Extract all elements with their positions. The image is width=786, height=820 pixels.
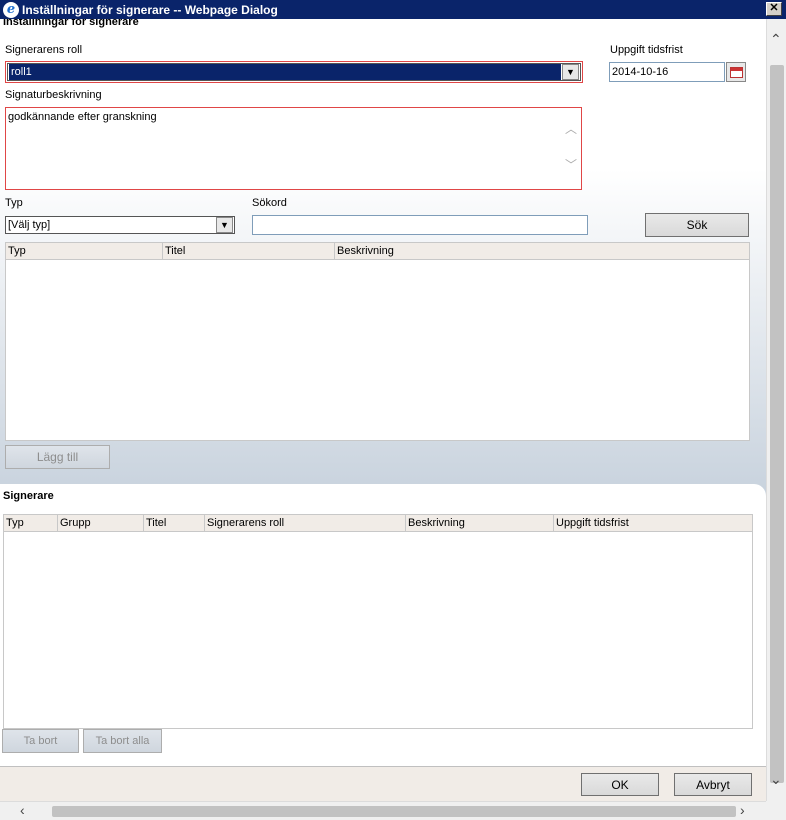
close-button[interactable]: ✕ — [766, 2, 782, 16]
signers-grid: Typ Grupp Titel Signerarens roll Beskriv… — [3, 514, 753, 729]
role-select-value: roll1 — [9, 64, 561, 80]
vertical-scrollbar[interactable]: ⌃ ⌄ — [766, 19, 786, 801]
horizontal-scroll-thumb[interactable] — [52, 806, 736, 817]
keyword-input[interactable] — [252, 215, 588, 235]
dialog-titlebar: e Inställningar för signerare -- Webpage… — [0, 0, 786, 19]
results-col-title[interactable]: Titel — [163, 243, 335, 259]
dialog-content: Inställningar för signerare Signerarens … — [0, 19, 766, 801]
chevron-down-icon[interactable]: ▼ — [216, 217, 233, 233]
search-button[interactable]: Sök — [645, 213, 749, 237]
role-label: Signerarens roll — [5, 44, 83, 56]
vertical-scroll-thumb[interactable] — [770, 65, 784, 783]
signers-panel: Signerare Typ Grupp Titel Signerarens ro… — [0, 484, 766, 766]
deadline-label: Uppgift tidsfrist — [610, 44, 683, 56]
signers-col-description[interactable]: Beskrivning — [406, 515, 554, 531]
role-select-frame: roll1 ▼ — [5, 61, 583, 83]
signers-col-type[interactable]: Typ — [4, 515, 58, 531]
signers-col-role[interactable]: Signerarens roll — [205, 515, 406, 531]
description-label: Signaturbeskrivning — [5, 89, 102, 101]
settings-section-title: Inställningar för signerare — [3, 19, 139, 28]
remove-all-button[interactable]: Ta bort alla — [83, 729, 162, 753]
dialog-title: Inställningar för signerare -- Webpage D… — [22, 2, 278, 17]
add-button[interactable]: Lägg till — [5, 445, 110, 469]
type-label: Typ — [5, 197, 23, 209]
ie-icon: e — [3, 1, 19, 18]
signers-col-deadline[interactable]: Uppgift tidsfrist — [554, 515, 752, 531]
scroll-down-arrow-icon[interactable]: ⌄ — [770, 771, 782, 788]
role-select[interactable]: roll1 ▼ — [7, 63, 581, 81]
signers-col-group[interactable]: Grupp — [58, 515, 144, 531]
deadline-input[interactable]: 2014-10-16 — [609, 62, 725, 82]
signers-grid-header: Typ Grupp Titel Signerarens roll Beskriv… — [4, 515, 752, 532]
remove-button[interactable]: Ta bort — [2, 729, 79, 753]
description-text: godkännande efter granskning — [8, 111, 157, 123]
results-col-description[interactable]: Beskrivning — [335, 243, 749, 259]
ok-button[interactable]: OK — [581, 773, 659, 796]
scroll-left-arrow-icon[interactable]: ‹ — [20, 802, 25, 818]
description-textarea[interactable]: godkännande efter granskning ︿ ﹀ — [5, 107, 582, 190]
chevron-down-icon[interactable]: ▼ — [562, 64, 579, 80]
type-select-value: [Välj typ] — [8, 219, 51, 231]
scroll-up-icon[interactable]: ︿ — [565, 120, 577, 137]
signers-section-title: Signerare — [3, 490, 54, 502]
results-col-type[interactable]: Typ — [6, 243, 163, 259]
results-grid: Typ Titel Beskrivning — [5, 242, 750, 441]
scrollbar-corner — [766, 801, 786, 820]
signers-col-title[interactable]: Titel — [144, 515, 205, 531]
horizontal-scrollbar[interactable]: ‹ › — [0, 801, 766, 820]
results-grid-header: Typ Titel Beskrivning — [6, 243, 749, 260]
scroll-up-arrow-icon[interactable]: ⌃ — [770, 31, 782, 48]
dialog-footer: OK Avbryt — [0, 766, 766, 801]
scroll-right-arrow-icon[interactable]: › — [740, 802, 745, 818]
scroll-down-icon[interactable]: ﹀ — [565, 156, 577, 173]
keyword-label: Sökord — [252, 197, 287, 209]
calendar-button[interactable] — [726, 62, 746, 82]
type-select[interactable]: [Välj typ] ▼ — [5, 216, 235, 234]
cancel-button[interactable]: Avbryt — [674, 773, 752, 796]
calendar-icon — [729, 66, 743, 78]
